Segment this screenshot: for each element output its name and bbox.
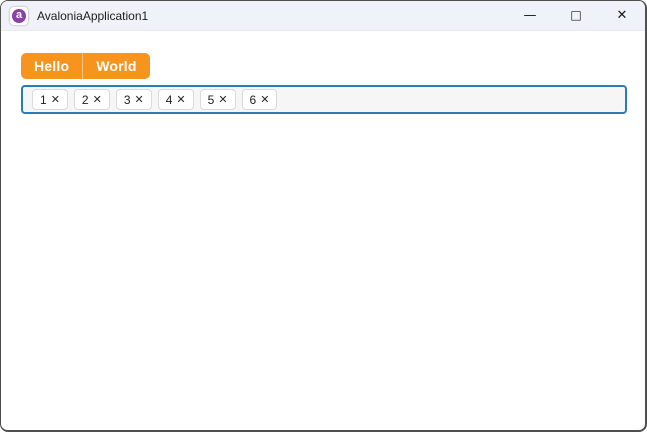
maximize-button[interactable]: □ <box>553 1 599 31</box>
tag-remove-icon[interactable]: ✕ <box>93 94 102 105</box>
tag-remove-icon[interactable]: ✕ <box>135 94 144 105</box>
tag-value: 2 <box>81 92 89 107</box>
titlebar[interactable]: a AvaloniaApplication1 — □ ✕ <box>1 1 645 31</box>
minimize-button[interactable]: — <box>507 1 553 31</box>
tags-input[interactable]: 1 ✕ 2 ✕ 3 ✕ 4 ✕ 5 ✕ 6 ✕ <box>21 85 627 114</box>
tag-value: 6 <box>249 92 257 107</box>
tag-chip: 2 ✕ <box>73 89 110 110</box>
tab-hello[interactable]: Hello <box>21 53 82 79</box>
tag-chip: 1 ✕ <box>32 89 68 110</box>
tab-strip: Hello World <box>21 53 150 79</box>
close-button[interactable]: ✕ <box>599 1 645 31</box>
tag-value: 4 <box>165 92 173 107</box>
tag-chip: 3 ✕ <box>115 89 152 110</box>
tag-chip: 4 ✕ <box>157 89 194 110</box>
tag-value: 1 <box>40 92 47 107</box>
avalonia-logo-glyph: a <box>12 8 26 23</box>
tag-remove-icon[interactable]: ✕ <box>176 94 185 105</box>
tag-remove-icon[interactable]: ✕ <box>218 94 227 105</box>
tag-value: 3 <box>123 92 131 107</box>
tag-remove-icon[interactable]: ✕ <box>260 94 269 105</box>
tag-value: 5 <box>207 92 215 107</box>
tag-remove-icon[interactable]: ✕ <box>51 94 60 105</box>
tab-world[interactable]: World <box>82 53 149 79</box>
app-window: a AvaloniaApplication1 — □ ✕ Hello World… <box>0 0 647 432</box>
tag-chip: 6 ✕ <box>241 89 278 110</box>
window-title: AvaloniaApplication1 <box>37 8 149 23</box>
tag-chip: 5 ✕ <box>199 89 236 110</box>
avalonia-logo-icon: a <box>10 6 28 25</box>
window-controls: — □ ✕ <box>507 1 645 31</box>
